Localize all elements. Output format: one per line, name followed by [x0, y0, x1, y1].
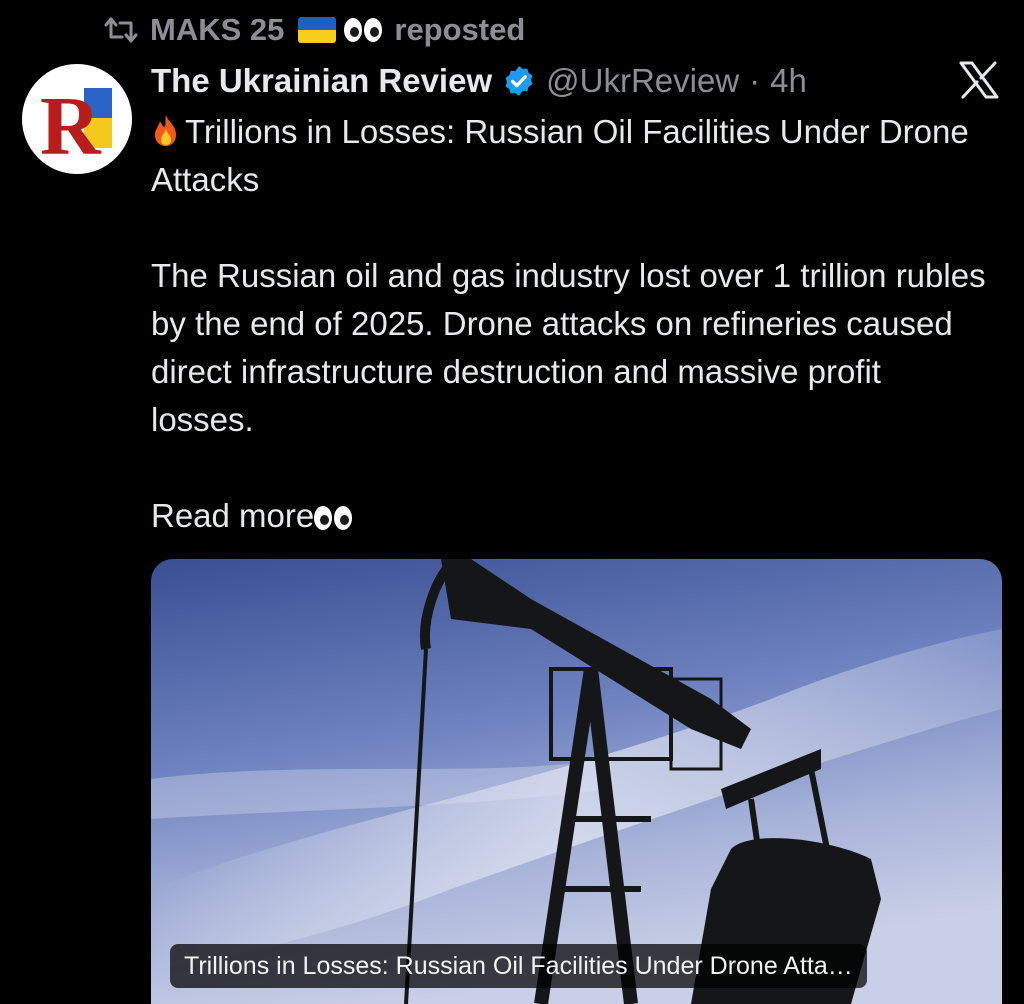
ukraine-flag-icon: [298, 17, 337, 43]
read-more-link[interactable]: Read more: [151, 497, 314, 534]
repost-icon: [104, 17, 138, 43]
x-logo-icon[interactable]: [958, 60, 1000, 100]
link-preview-caption[interactable]: Trillions in Losses: Russian Oil Facilit…: [170, 944, 867, 988]
author-name[interactable]: The Ukrainian Review: [151, 62, 492, 100]
avatar[interactable]: R: [22, 64, 132, 174]
meta-separator: ·: [749, 62, 761, 99]
link-preview-image[interactable]: [151, 559, 1002, 1004]
post-time[interactable]: 4h: [770, 62, 807, 100]
author-handle[interactable]: @UkrReview: [546, 62, 739, 100]
repost-user[interactable]: MAKS 25: [150, 12, 284, 48]
tweet-header: The Ukrainian Review @UkrReview · 4h: [151, 56, 807, 106]
eyes-emoji-icon: [314, 506, 353, 531]
eyes-emoji-icon: [344, 18, 383, 42]
repost-action: reposted: [394, 12, 526, 47]
verified-badge-icon[interactable]: [502, 64, 536, 98]
fire-emoji-icon: [155, 115, 176, 146]
tweet-text: Trillions in Losses: Russian Oil Facilit…: [151, 108, 991, 540]
tweet-headline: Trillions in Losses: Russian Oil Facilit…: [151, 113, 969, 198]
repost-indicator[interactable]: MAKS 25 reposted: [104, 8, 525, 52]
avatar-letter: R: [40, 80, 102, 173]
tweet-body: The Russian oil and gas industry lost ov…: [151, 257, 986, 438]
